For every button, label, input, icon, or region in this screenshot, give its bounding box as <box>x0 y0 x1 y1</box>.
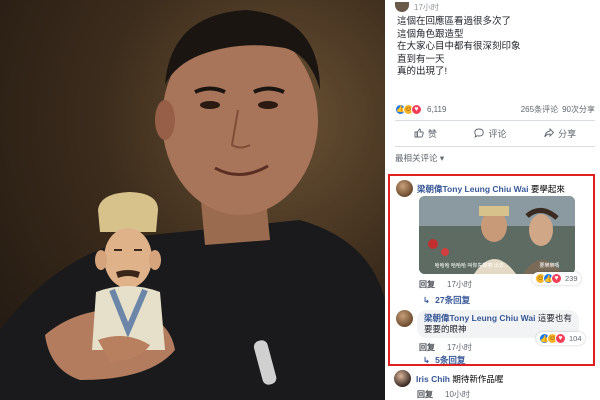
post-text-line: 真的出現了! <box>397 66 448 77</box>
comment-meta: 回复 10小时 <box>417 389 470 400</box>
comment-text: 要學起來 <box>530 184 565 194</box>
image-subtitles: 哈哈哈 哈哈哈 叫你先擦擦 出去... 要樂樂嗎 <box>419 262 575 269</box>
comment-text: 期待新作品喔 <box>452 373 504 384</box>
comment-count[interactable]: 265条评论 <box>521 104 558 115</box>
view-replies-link[interactable]: ↳ 27条回复 <box>423 294 470 306</box>
author-avatar[interactable] <box>395 2 409 12</box>
reply-link[interactable]: 回复 <box>417 389 433 400</box>
comment-meta: 回复 17小时 <box>419 279 472 290</box>
love-icon: ♥ <box>411 103 422 115</box>
avatar[interactable] <box>394 370 411 387</box>
comment-image[interactable]: 哈哈哈 哈哈哈 叫你先擦擦 出去... 要樂樂嗎 <box>419 196 575 274</box>
post-body: 這個在回應區看過很多次了 這個角色跟造型 在大家心目中都有很深刻印象 直到有一天… <box>397 16 592 79</box>
post-time[interactable]: 17小时 <box>414 2 439 13</box>
photo-illustration <box>0 10 385 400</box>
comment-label: 评论 <box>488 128 507 139</box>
comment-time[interactable]: 10小时 <box>445 389 470 400</box>
comment-meta: 回复 17小时 <box>419 342 472 353</box>
share-label: 分享 <box>558 128 577 139</box>
comment-body: Iris Chih 期待新作品喔 <box>416 373 503 385</box>
comment-author[interactable]: 梁朝偉Tony Leung Chiu Wai <box>417 184 528 194</box>
like-label: 赞 <box>427 128 437 139</box>
comment-reaction-count: 104 <box>569 334 582 343</box>
reaction-summary[interactable]: 👍 ☺ ♥ 6,119 265条评论 90次分享 <box>395 102 595 116</box>
avatar[interactable] <box>396 180 413 197</box>
thumb-icon <box>414 128 424 138</box>
post-header: 17小时 <box>395 0 439 14</box>
comment-sort-dropdown[interactable]: 最相关评论 ▾ <box>395 152 444 164</box>
share-count[interactable]: 90次分享 <box>562 104 595 115</box>
reply-link[interactable]: 回复 <box>419 342 435 353</box>
reply-link[interactable]: 回复 <box>419 279 435 290</box>
post-text-line: 這個在回應區看過很多次了 <box>397 16 512 27</box>
post-text-line: 直到有一天 <box>397 53 445 65</box>
share-icon <box>544 128 555 138</box>
replies-count: 27条回复 <box>435 295 471 305</box>
chevron-down-icon: ▾ <box>439 153 445 163</box>
divider <box>395 146 595 147</box>
comment-item: Iris Chih 期待新作品喔 <box>394 370 503 387</box>
sort-label: 最相关评论 <box>395 153 438 163</box>
avatar[interactable] <box>396 310 413 327</box>
comment-author[interactable]: 梁朝偉Tony Leung Chiu Wai <box>424 313 535 323</box>
comment-item: 梁朝偉Tony Leung Chiu Wai 要學起來 <box>396 180 565 197</box>
comment-reaction-count: 239 <box>565 274 578 283</box>
post-text-line: 在大家心目中都有很深刻印象 <box>397 41 521 52</box>
comment-icon <box>474 128 485 138</box>
reply-arrow-icon: ↳ <box>423 294 431 305</box>
view-replies-link[interactable]: ↳ 5条回复 <box>423 354 465 366</box>
post-text-line: 這個角色跟造型 <box>397 28 464 40</box>
love-icon: ♥ <box>555 333 566 344</box>
subtitle-text: 哈哈哈 哈哈哈 叫你先擦擦 出去... <box>434 263 508 269</box>
comment-text: 要要的眼神 <box>424 324 467 334</box>
replies-count: 5条回复 <box>435 355 466 365</box>
comment-body: 梁朝偉Tony Leung Chiu Wai 要學起來 <box>417 180 565 197</box>
divider <box>395 120 595 121</box>
reply-arrow-icon: ↳ <box>423 354 431 365</box>
reaction-count: 6,119 <box>427 104 447 114</box>
comment-text: 這要也有 <box>537 313 572 323</box>
comment-button[interactable]: 评论 <box>474 127 506 140</box>
post-feed: 17小时 這個在回應區看過很多次了 這個角色跟造型 在大家心目中都有很深刻印象 … <box>385 0 600 400</box>
comment-reactions[interactable]: 👍 ☺ ♥ 104 <box>536 332 585 345</box>
post-photo[interactable] <box>0 0 385 400</box>
share-button[interactable]: 分享 <box>544 127 576 140</box>
love-icon: ♥ <box>551 273 562 284</box>
like-button[interactable]: 赞 <box>414 127 437 140</box>
comment-time[interactable]: 17小时 <box>447 279 472 290</box>
subtitle-text: 要樂樂嗎 <box>539 263 560 269</box>
comment-author[interactable]: Iris Chih <box>416 374 450 384</box>
highlighted-comments: 梁朝偉Tony Leung Chiu Wai 要學起來 哈哈哈 哈哈哈 叫你先擦… <box>388 174 595 366</box>
comment-time[interactable]: 17小时 <box>447 342 472 353</box>
post-actions: 赞 评论 分享 <box>395 123 595 143</box>
comment-reactions[interactable]: ☺ 👍 ♥ 239 <box>532 272 581 285</box>
